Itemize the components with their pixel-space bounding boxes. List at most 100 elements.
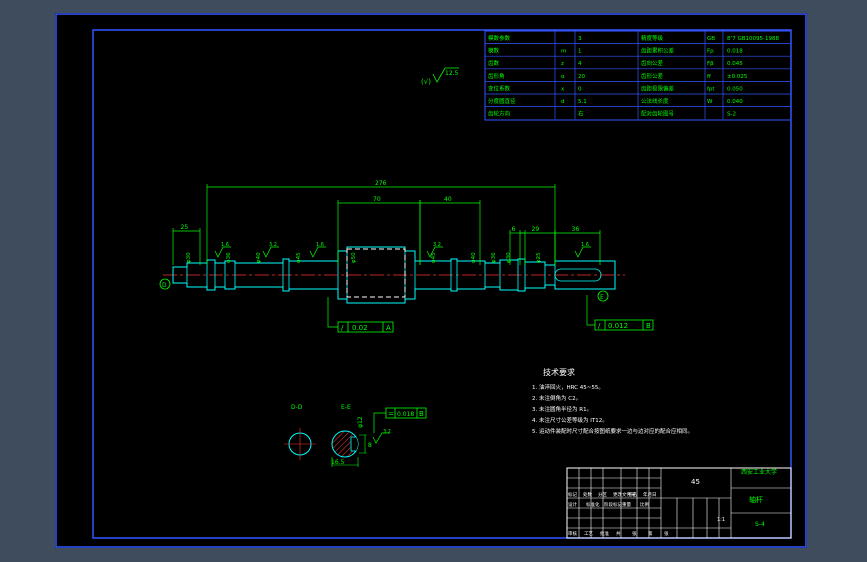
title-row-label: 第 bbox=[648, 530, 653, 537]
param-value-2: 0.045 bbox=[727, 61, 743, 67]
svg-text:/: / bbox=[598, 322, 601, 330]
roughness-value: 12.5 bbox=[445, 70, 459, 77]
svg-text:B: B bbox=[419, 410, 424, 418]
param-value: 5.1 bbox=[578, 99, 587, 105]
diameter-label: φ30 bbox=[506, 252, 512, 263]
param-symbol-2: fpt bbox=[707, 86, 715, 92]
param-label-2: 齿形公差 bbox=[641, 72, 664, 80]
param-symbol-2: ff bbox=[707, 74, 711, 80]
dimension-value: 40 bbox=[444, 196, 452, 203]
title-row-label: 阶段标记 bbox=[604, 501, 622, 508]
param-label: 模数参数 bbox=[488, 34, 511, 42]
title-row-label: 重量 bbox=[622, 501, 631, 508]
section-keyway bbox=[350, 436, 358, 452]
param-label-2: 齿向公差 bbox=[641, 59, 664, 67]
svg-text:0.012: 0.012 bbox=[608, 322, 628, 330]
param-symbol-2: Fβ bbox=[707, 61, 714, 67]
svg-text:0.018: 0.018 bbox=[397, 411, 414, 418]
title-row-label: 张 bbox=[632, 530, 637, 537]
title-block: 45 西安工业大学 轴杆 S-4 1:1 标记 处数 分区 更改文件号签名 年月日设计标… bbox=[566, 467, 792, 539]
param-value-2: 0.050 bbox=[727, 86, 743, 92]
title-row-label: 审核 bbox=[568, 530, 577, 537]
parameter-table: 模数参数 3 精度等级 GB 8’7 GB10095-1988 模数 m 1 齿距累积公差 Fp 0… bbox=[484, 30, 792, 121]
title-drawing-no: S-4 bbox=[755, 521, 765, 528]
tech-req-item: 4. 未注尺寸公差等级为 IT12。 bbox=[532, 416, 608, 424]
engineering-drawing: 模数参数 3 精度等级 GB 8’7 GB10095-1988 模数 m 1 齿距累积公差 Fp 0… bbox=[55, 13, 807, 548]
dimension-value: 29 bbox=[532, 226, 540, 233]
param-label: 齿数 bbox=[488, 59, 500, 67]
svg-text:0.02: 0.02 bbox=[352, 324, 368, 332]
diameter-label: φ25 bbox=[536, 252, 542, 263]
dimension-value: 70 bbox=[373, 196, 381, 203]
param-symbol: α bbox=[561, 74, 565, 80]
tolerance-frame-b: / 0.012 B bbox=[586, 295, 654, 331]
dimension-value: 276 bbox=[375, 180, 387, 187]
tech-req-item: 2. 未注倒角为 C2。 bbox=[532, 394, 581, 402]
diameter-label: φ40 bbox=[256, 252, 262, 263]
inner-frame bbox=[92, 29, 792, 539]
diameter-label: φ40 bbox=[471, 252, 477, 263]
param-label-2: 公法线长度 bbox=[641, 97, 669, 105]
title-school: 西安工业大学 bbox=[741, 468, 777, 476]
param-label: 变位系数 bbox=[488, 84, 511, 92]
dimension-value: 36 bbox=[572, 226, 580, 233]
param-value-2: 0.018 bbox=[727, 49, 743, 55]
title-row-label: 处数 bbox=[583, 491, 592, 498]
roughness-label: 1.6 bbox=[316, 242, 324, 248]
diameter-label: φ30 bbox=[186, 252, 192, 263]
drawing-canvas: 模数参数 3 精度等级 GB 8’7 GB10095-1988 模数 m 1 齿距累积公差 Fp 0… bbox=[55, 13, 807, 548]
title-row-label: 分区 bbox=[598, 491, 607, 498]
param-value-2: S-2 bbox=[727, 112, 736, 118]
param-label-2: 精度等级 bbox=[641, 34, 664, 42]
param-value: 右 bbox=[578, 110, 584, 118]
section-views: D-D E-E 16.5 8 φ12 3.2 = 0.018 B bbox=[284, 404, 427, 467]
roughness-note: (√) bbox=[421, 78, 431, 86]
title-row-label: 标记 bbox=[568, 491, 577, 498]
title-row-label: 批准 bbox=[600, 530, 609, 537]
param-label: 模数 bbox=[488, 47, 500, 55]
param-label-2: 齿距极限偏差 bbox=[641, 84, 675, 92]
param-value-2: ±0.025 bbox=[727, 74, 748, 80]
technical-requirements: 技术要求 1. 油淬回火，HRC 45~55。 2. 未注倒角为 C2。 3. … bbox=[532, 367, 693, 435]
tech-req-item: 1. 油淬回火，HRC 45~55。 bbox=[532, 383, 604, 391]
param-symbol-2: W bbox=[707, 99, 713, 105]
dimension-value: 6 bbox=[512, 226, 516, 233]
title-part-name: 轴杆 bbox=[749, 495, 763, 504]
tech-req-title: 技术要求 bbox=[543, 367, 575, 377]
diameter-label: φ36 bbox=[226, 252, 232, 263]
svg-text:/: / bbox=[341, 324, 344, 332]
dimension-value: 25 bbox=[181, 224, 189, 231]
section-marker-right-label: E bbox=[600, 294, 604, 301]
title-material: 45 bbox=[691, 478, 700, 486]
roughness-label: 3.2 bbox=[433, 242, 441, 248]
diameter-label: φ45 bbox=[296, 252, 302, 263]
tolerance-frame-a: / 0.02 A bbox=[327, 297, 394, 333]
section-right-label: E-E bbox=[341, 404, 351, 411]
section-marker-left-label: D bbox=[162, 282, 167, 289]
title-row-label: 共 bbox=[616, 530, 621, 537]
param-symbol-2: GB bbox=[707, 36, 715, 42]
title-row-label: 张 bbox=[664, 530, 669, 537]
section-left-label: D-D bbox=[291, 404, 303, 411]
diameter-label: φ45 bbox=[431, 252, 437, 263]
param-symbol: x bbox=[561, 86, 565, 92]
title-row-label: 签名 bbox=[628, 491, 637, 498]
svg-text:B: B bbox=[646, 322, 651, 330]
title-row-label: 工艺 bbox=[584, 531, 593, 537]
param-value: 0 bbox=[578, 86, 582, 92]
shaft-main-view: 276 70 40 25 29 36 6 φ30 φ36 φ40 φ45 φ50 φ45 φ40 φ36 φ3… bbox=[159, 180, 625, 304]
roughness-label: 1.6 bbox=[221, 242, 229, 248]
title-scale: 1:1 bbox=[717, 517, 725, 523]
param-value-2: 8’7 GB10095-1988 bbox=[727, 36, 780, 42]
title-row-label: 年月日 bbox=[643, 491, 657, 498]
section-roughness: 3.2 bbox=[383, 429, 391, 435]
title-row-label: 比例 bbox=[640, 501, 649, 508]
title-row-label: 设计 bbox=[568, 501, 577, 508]
param-value-2: 0.040 bbox=[727, 99, 743, 105]
param-value: 4 bbox=[578, 61, 582, 67]
svg-text:A: A bbox=[386, 324, 391, 332]
title-row-label: 标准化 bbox=[586, 501, 600, 508]
param-value: 1 bbox=[578, 49, 582, 55]
param-symbol: m bbox=[561, 49, 566, 55]
param-label: 齿轮方向 bbox=[488, 110, 510, 118]
